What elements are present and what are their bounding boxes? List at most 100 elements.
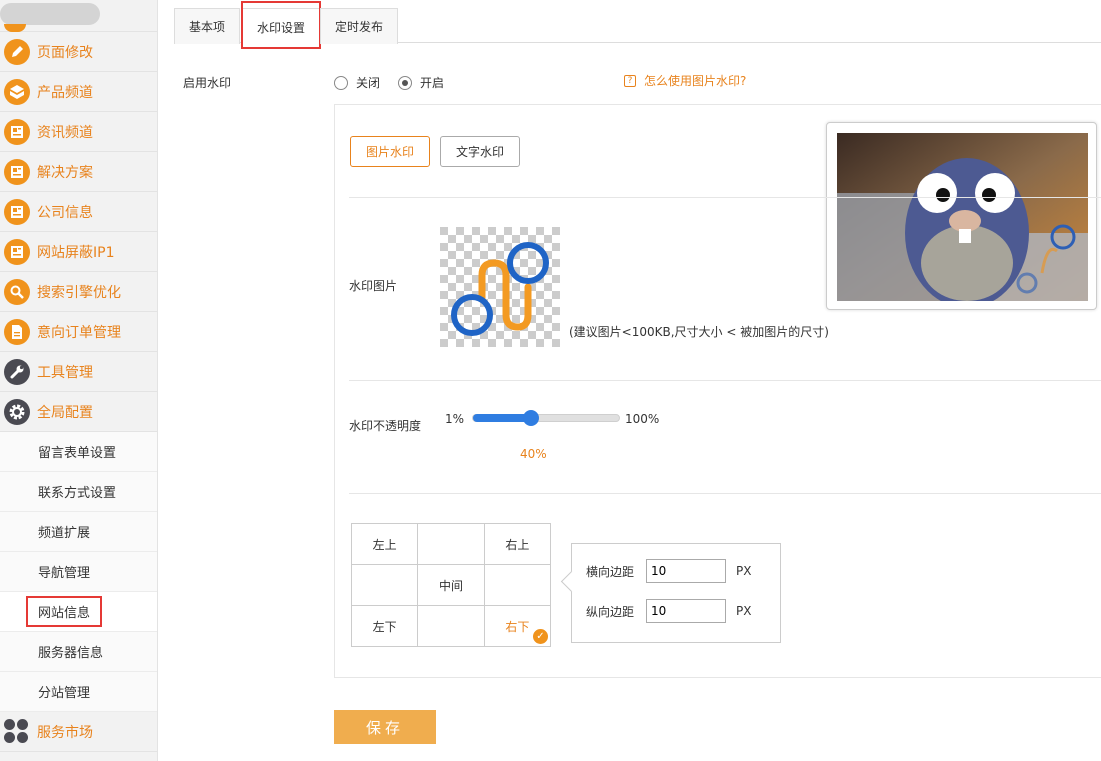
- help-link-text: 怎么使用图片水印?: [644, 74, 747, 88]
- opacity-slider[interactable]: [472, 410, 620, 426]
- box-icon: [4, 78, 30, 105]
- sidebar-item-solutions[interactable]: 解决方案: [0, 152, 157, 192]
- watermark-image-label: 水印图片: [349, 279, 398, 293]
- sidebar-item-global-config[interactable]: 全局配置: [0, 392, 157, 432]
- position-bottom-right[interactable]: 右下 ✓: [483, 605, 552, 647]
- sidebar-item-orders[interactable]: 意向订单管理: [0, 312, 157, 352]
- check-icon: ✓: [533, 629, 548, 644]
- tab-label: 定时发布: [334, 20, 383, 34]
- question-icon: ?: [624, 74, 636, 87]
- radio-off-label: 关闭: [356, 76, 381, 90]
- position-top-right[interactable]: 右上: [483, 523, 552, 565]
- apps-icon: [4, 718, 30, 745]
- sidebar-item-products[interactable]: 产品频道: [0, 72, 157, 112]
- tab-watermark[interactable]: 水印设置: [241, 1, 321, 49]
- divider: [349, 197, 1101, 198]
- newspaper-icon: [4, 158, 30, 185]
- watermark-image-thumbnail[interactable]: [440, 227, 560, 347]
- vertical-margin-input[interactable]: [646, 599, 727, 623]
- sidebar-item-label: 意向订单管理: [37, 324, 121, 341]
- sidebar-item-service-market[interactable]: 服务市场: [0, 712, 157, 752]
- horizontal-margin-label: 横向边距: [586, 564, 635, 579]
- sidebar-subitem-nav-manage[interactable]: 导航管理: [0, 552, 157, 592]
- sidebar-item-label: 资讯频道: [37, 124, 93, 141]
- vertical-margin-label: 纵向边距: [586, 604, 635, 619]
- enable-watermark-row: 启用水印 关闭 开启 ? 怎么使用图片水印?: [174, 68, 1101, 94]
- vertical-margin-row: 纵向边距 PX: [586, 599, 751, 623]
- newspaper-icon: [4, 238, 30, 265]
- opacity-label: 水印不透明度: [349, 419, 422, 433]
- opacity-max: 100%: [625, 412, 660, 426]
- tab-label: 基本项: [188, 20, 225, 34]
- sidebar-item-label: 公司信息: [37, 204, 93, 221]
- radio-off[interactable]: 关闭: [334, 74, 380, 91]
- sidebar-subitem-channel-extend[interactable]: 频道扩展: [0, 512, 157, 552]
- tab-bar: 基本项 水印设置 定时发布: [174, 0, 1101, 49]
- help-link[interactable]: ? 怎么使用图片水印?: [624, 72, 746, 89]
- button-label: 图片水印: [365, 145, 414, 159]
- position-middle-right[interactable]: [483, 564, 552, 606]
- sidebar-header: [0, 0, 157, 32]
- horizontal-margin-input[interactable]: [646, 559, 727, 583]
- horizontal-margin-row: 横向边距 PX: [586, 559, 751, 583]
- radio-on[interactable]: 开启: [398, 74, 444, 91]
- position-bottom-left[interactable]: 左下: [350, 605, 419, 647]
- newspaper-icon: [4, 118, 30, 145]
- enable-watermark-label: 启用水印: [183, 76, 232, 90]
- position-top-left[interactable]: 左上: [350, 523, 419, 565]
- sidebar-subitem-server-info[interactable]: 服务器信息: [0, 632, 157, 672]
- tab-schedule[interactable]: 定时发布: [320, 8, 398, 44]
- highlight-box: [241, 1, 321, 49]
- vertical-margin-unit: PX: [736, 604, 752, 618]
- position-bottom-center[interactable]: [417, 605, 485, 647]
- sidebar-item-company-info[interactable]: 公司信息: [0, 192, 157, 232]
- position-top-center[interactable]: [417, 523, 485, 565]
- sidebar-item-label: 服务市场: [37, 724, 93, 741]
- opacity-value: 40%: [520, 447, 547, 461]
- position-grid: 左上 右上 中间 左下 右下 ✓: [350, 523, 552, 647]
- image-watermark-button[interactable]: 图片水印: [350, 136, 430, 167]
- position-middle-left[interactable]: [350, 564, 419, 606]
- button-label: 文字水印: [455, 145, 504, 159]
- gopher-photo: [837, 133, 1088, 301]
- sidebar-item-label: 页面修改: [37, 44, 93, 61]
- sidebar-item-label: 网站屏蔽IP1: [37, 244, 115, 261]
- gear-icon: [4, 398, 30, 425]
- sidebar-item-ip-block[interactable]: 网站屏蔽IP1: [0, 232, 157, 272]
- sidebar-item-page-edit[interactable]: 页面修改: [0, 32, 157, 72]
- sidebar-item-label: 搜索引擎优化: [37, 284, 121, 301]
- search-icon: [4, 278, 30, 305]
- sidebar-item-label: 工具管理: [37, 364, 93, 381]
- sidebar: 页面修改 产品频道 资讯频道 解决方案 公司信息 网站屏蔽IP1 搜索引擎优化 …: [0, 0, 158, 761]
- tab-basic[interactable]: 基本项: [174, 8, 240, 44]
- sidebar-item-tools[interactable]: 工具管理: [0, 352, 157, 392]
- margin-settings: 横向边距 PX 纵向边距 PX: [571, 543, 781, 643]
- blurred-site-name: [0, 3, 100, 25]
- opacity-min: 1%: [445, 412, 465, 426]
- wrench-icon: [4, 358, 30, 385]
- sidebar-item-label: 全局配置: [37, 404, 93, 421]
- sidebar-subitem-substation[interactable]: 分站管理: [0, 672, 157, 712]
- sidebar-item-news[interactable]: 资讯频道: [0, 112, 157, 152]
- radio-circle: [334, 75, 348, 90]
- watermark-panel: 图片水印 文字水印 水印图片 (建议图片<100KB,尺寸大小 < 被加图片的尺…: [334, 104, 1101, 678]
- position-bottom-right-label: 右下: [505, 619, 530, 634]
- sidebar-subitem-contact-settings[interactable]: 联系方式设置: [0, 472, 157, 512]
- preview-image: [826, 122, 1097, 310]
- sidebar-item-seo[interactable]: 搜索引擎优化: [0, 272, 157, 312]
- sidebar-subitem-site-info[interactable]: 网站信息: [0, 592, 157, 632]
- horizontal-margin-unit: PX: [736, 564, 752, 578]
- save-button[interactable]: 保存: [334, 710, 436, 744]
- divider: [349, 380, 1101, 381]
- pencil-icon: [4, 38, 30, 65]
- newspaper-icon: [4, 198, 30, 225]
- sidebar-subitem-form-settings[interactable]: 留言表单设置: [0, 432, 157, 472]
- site-icon: [4, 24, 26, 32]
- main-content: 基本项 水印设置 定时发布 启用水印 关闭 开启 ? 怎么使用图片水印? 图片水…: [174, 0, 1101, 761]
- opacity-slider-handle[interactable]: [523, 410, 540, 426]
- radio-on-label: 开启: [420, 76, 445, 90]
- text-watermark-button[interactable]: 文字水印: [440, 136, 520, 167]
- divider: [349, 493, 1101, 494]
- position-center[interactable]: 中间: [417, 564, 485, 606]
- radio-circle-selected: [398, 75, 412, 90]
